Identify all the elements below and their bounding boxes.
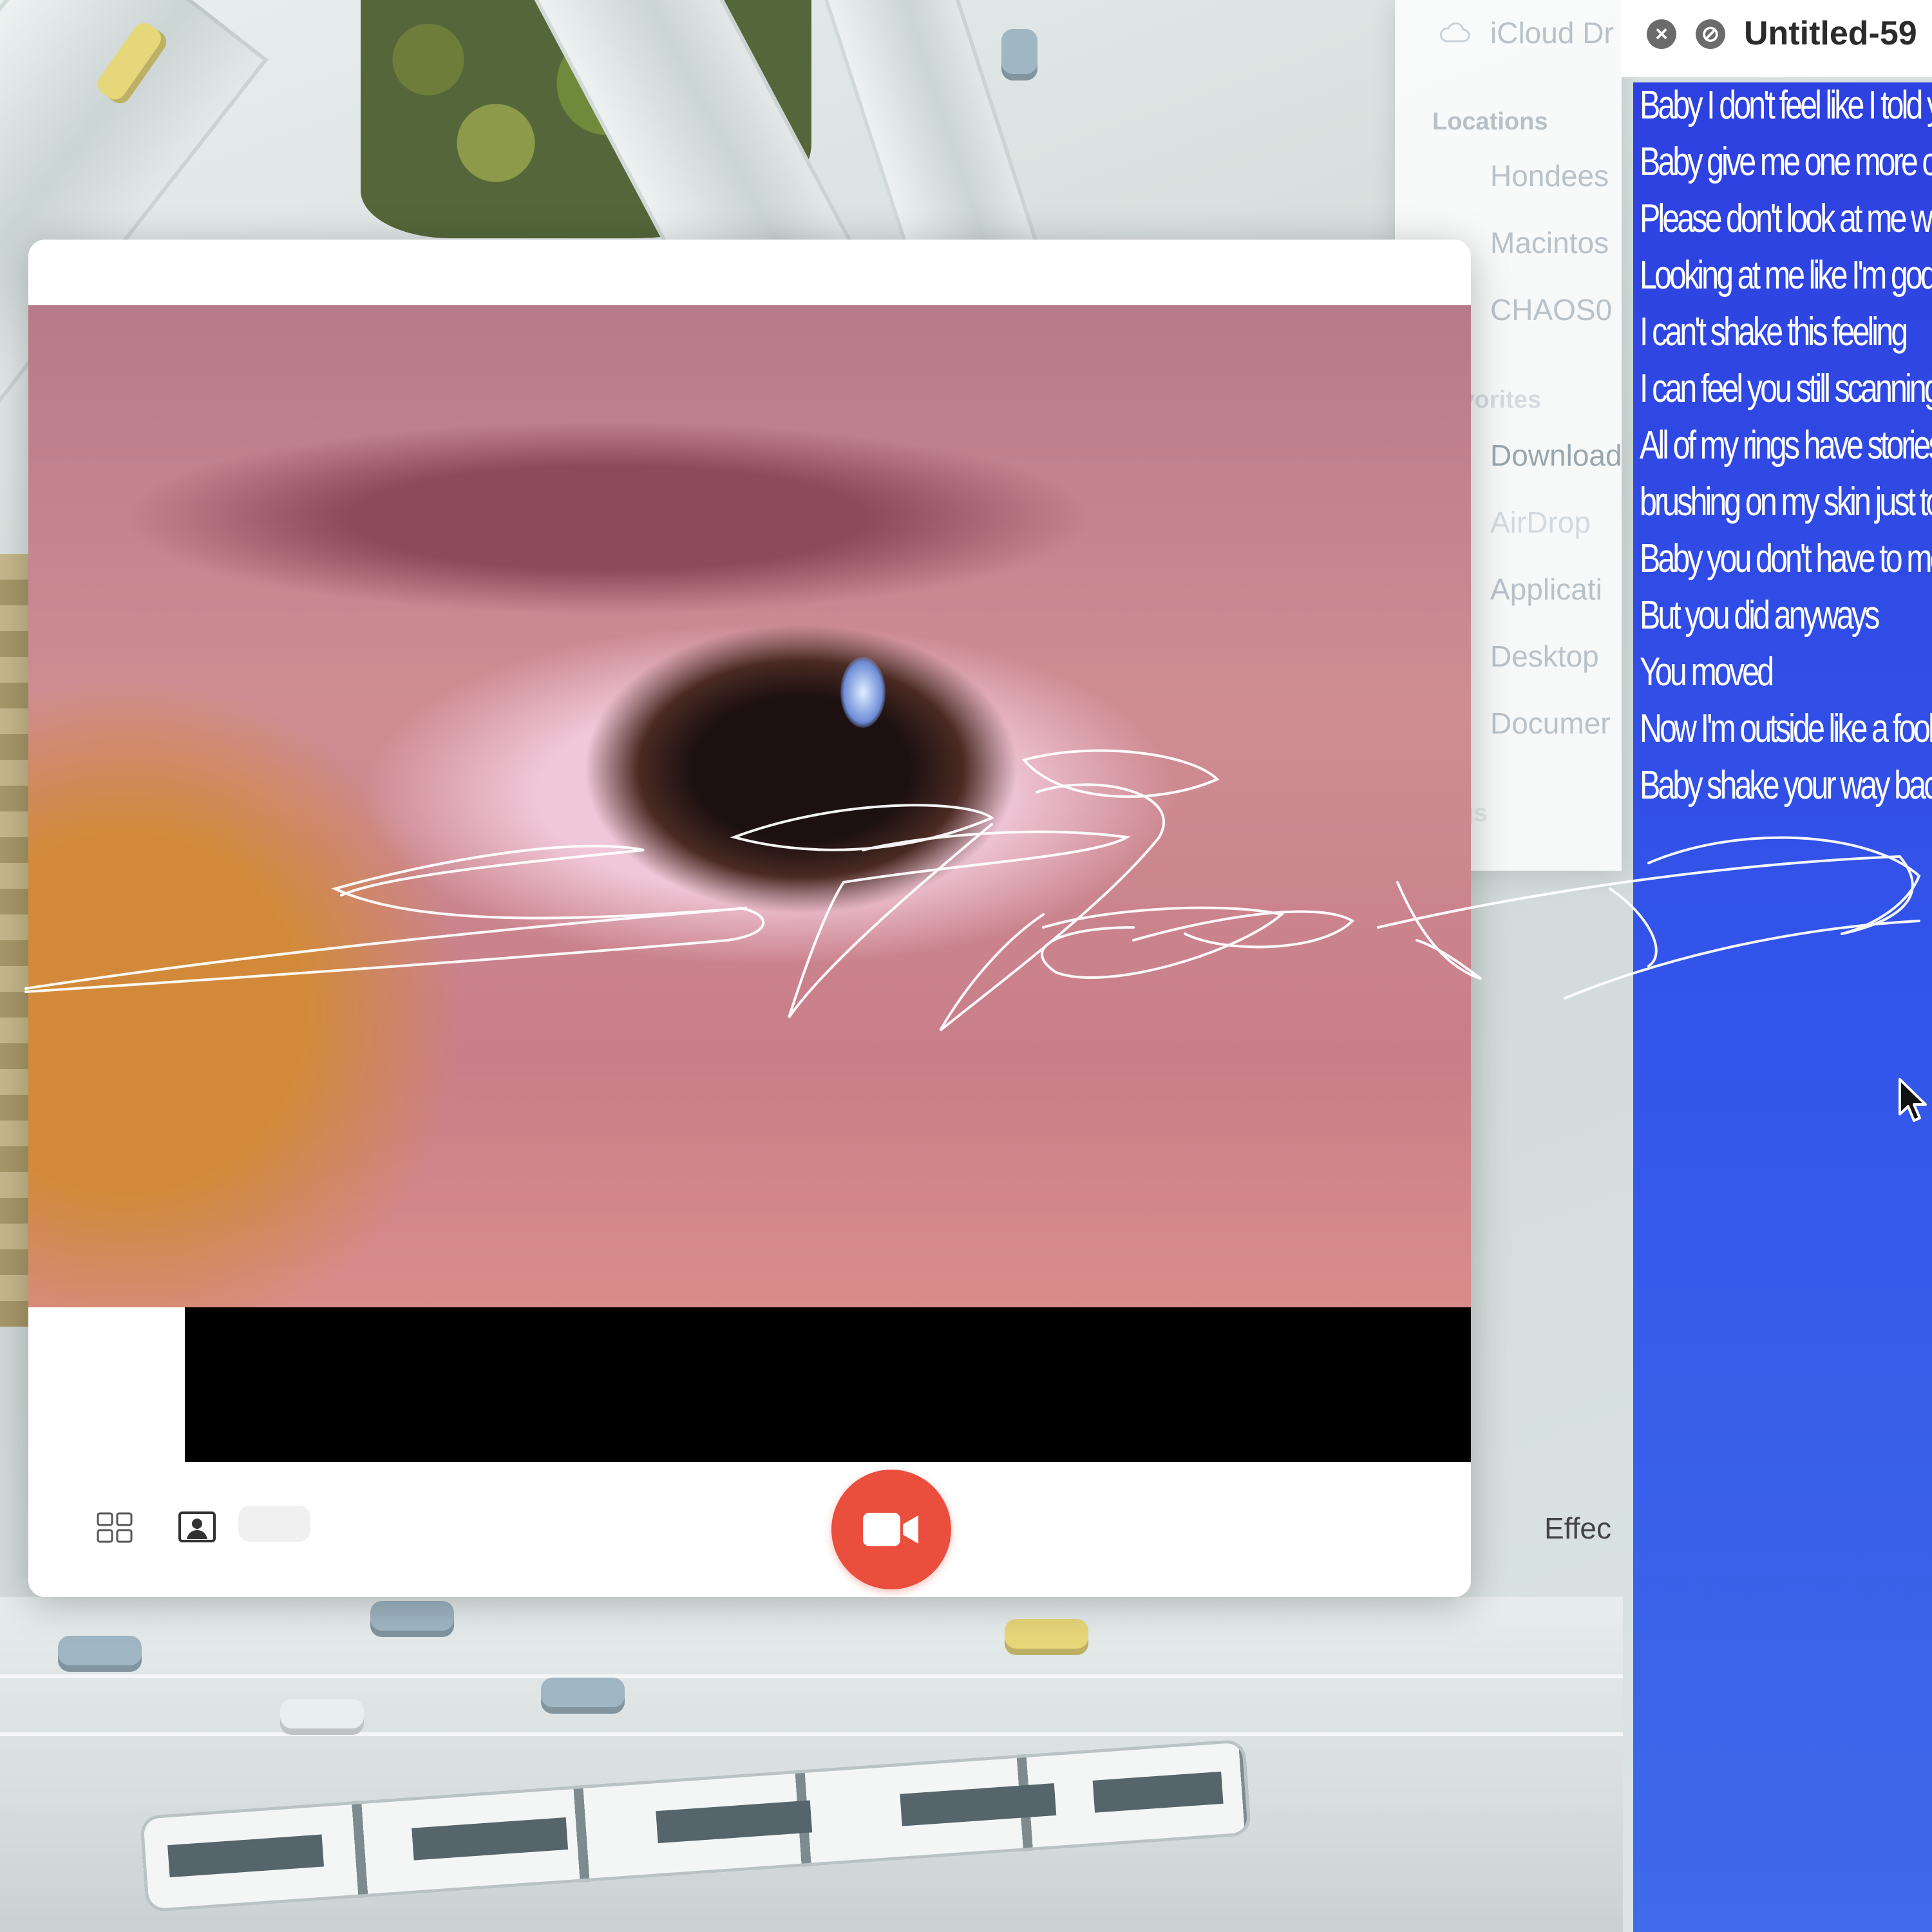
lyric-line: brushing on my skin just to fee bbox=[1640, 480, 1932, 524]
lyric-line: Baby I don't feel like I told you w bbox=[1640, 83, 1932, 128]
grid-view-icon[interactable] bbox=[97, 1512, 133, 1543]
lyric-line: Baby you don't have to move bbox=[1640, 536, 1932, 581]
roadside-strip bbox=[0, 554, 30, 1327]
lyric-line: Looking at me like I'm god bbox=[1640, 253, 1932, 298]
lyric-line: But you did anyways bbox=[1640, 593, 1880, 638]
record-button[interactable] bbox=[831, 1470, 951, 1589]
lyric-line: Baby give me one more chan bbox=[1640, 140, 1932, 184]
close-icon[interactable]: × bbox=[1647, 19, 1676, 49]
car bbox=[1001, 29, 1037, 80]
lyric-line: You moved bbox=[1640, 650, 1774, 694]
minimize-icon[interactable]: ⊘ bbox=[1696, 19, 1725, 49]
effects-button[interactable]: Effec bbox=[1544, 1511, 1611, 1546]
video-record-icon bbox=[863, 1513, 918, 1546]
lyric-line: Please don't look at me with th bbox=[1640, 196, 1932, 241]
section-locations: Locations bbox=[1432, 108, 1548, 135]
car bbox=[280, 1699, 364, 1735]
sidebar-item-location[interactable]: CHAOS0 bbox=[1490, 292, 1612, 327]
document-title: Untitled-59 bbox=[1744, 15, 1917, 52]
lyric-line: Baby shake your way back bbox=[1640, 763, 1932, 808]
photo-booth-window bbox=[28, 240, 1471, 1597]
train-window bbox=[656, 1800, 813, 1844]
sidebar-item-applications[interactable]: Applicati bbox=[1490, 572, 1602, 607]
cloud-icon bbox=[1439, 22, 1470, 43]
lyric-line: I can't shake this feeling bbox=[1640, 310, 1908, 354]
car bbox=[370, 1601, 454, 1637]
sidebar-item-desktop[interactable]: Desktop bbox=[1490, 639, 1599, 674]
car bbox=[1005, 1619, 1088, 1655]
train-window bbox=[900, 1783, 1057, 1826]
lane-line bbox=[0, 1674, 1623, 1678]
car bbox=[541, 1678, 625, 1714]
train-window bbox=[167, 1834, 325, 1878]
car bbox=[58, 1636, 142, 1672]
sidebar-item-airdrop[interactable]: AirDrop bbox=[1490, 505, 1591, 540]
train-window bbox=[412, 1817, 569, 1861]
lane-line bbox=[0, 1732, 1623, 1736]
redaction-bar bbox=[185, 1307, 1471, 1462]
train-window bbox=[1092, 1771, 1224, 1813]
text-editor-body[interactable]: Baby I don't feel like I told you w Baby… bbox=[1633, 82, 1932, 1932]
sidebar-item-downloads[interactable]: Download bbox=[1490, 438, 1622, 473]
sidebar-item-documents[interactable]: Documer bbox=[1490, 706, 1611, 741]
video-camera-icon[interactable] bbox=[238, 1506, 310, 1542]
eye-glint bbox=[840, 657, 886, 728]
lyric-line: I can feel you still scanning me bbox=[1640, 366, 1932, 411]
lyric-line: Now I'm outside like a fool now bbox=[1640, 706, 1932, 751]
sidebar-item-icloud[interactable]: iCloud Dr bbox=[1490, 15, 1614, 50]
camera-preview bbox=[28, 305, 1471, 1307]
single-photo-icon[interactable] bbox=[178, 1511, 216, 1543]
lyric-line: All of my rings have stories too bbox=[1640, 423, 1932, 468]
sidebar-item-location[interactable]: Hondees bbox=[1490, 158, 1609, 193]
sidebar-item-location[interactable]: Macintos bbox=[1490, 225, 1609, 260]
mouse-pointer-icon bbox=[1899, 1078, 1927, 1122]
